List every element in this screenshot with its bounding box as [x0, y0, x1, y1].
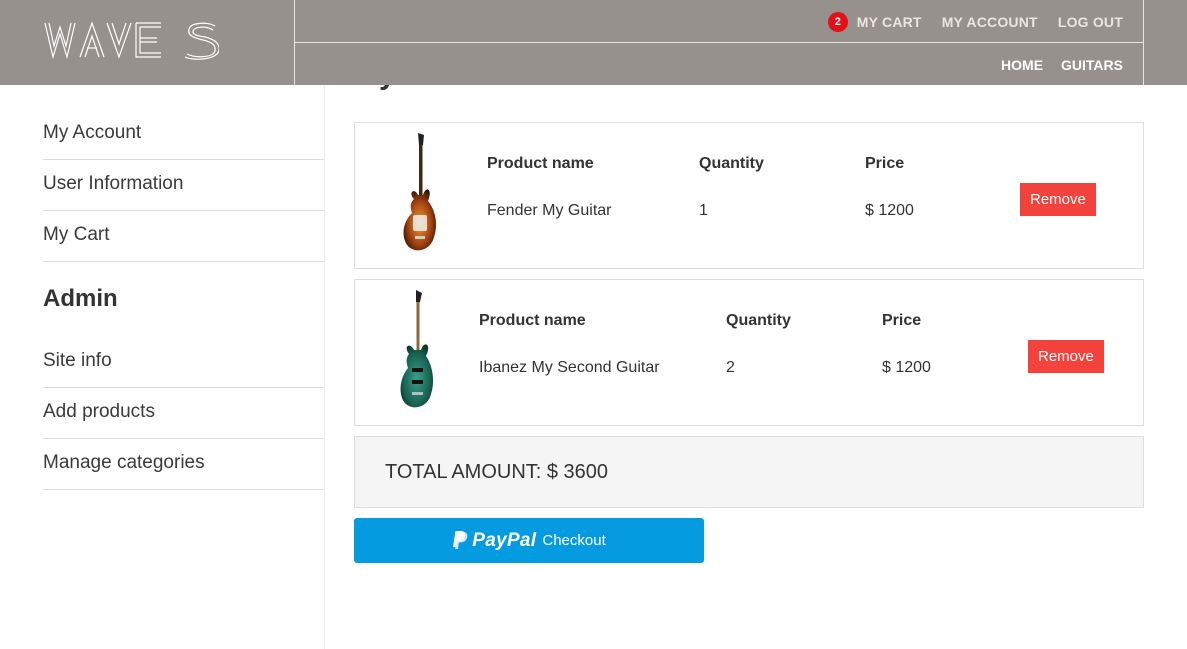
guitars-link[interactable]: GUITARS — [1061, 57, 1123, 73]
guitar-green-icon — [400, 290, 434, 408]
product-quantity: 1 — [699, 202, 708, 219]
site-header: 2 MY CART MY ACCOUNT LOG OUT HOME GUITAR… — [0, 0, 1187, 85]
sidebar-item-my-cart[interactable]: My Cart — [43, 211, 324, 262]
sidebar-item-my-account[interactable]: My Account — [43, 109, 324, 160]
paypal-icon — [453, 531, 468, 549]
my-cart-link[interactable]: 2 MY CART — [827, 12, 922, 32]
cart-item: Product name Quantity Price Ibanez My Se… — [354, 279, 1144, 426]
product-name-header: Product name — [487, 155, 594, 172]
total-box: TOTAL AMOUNT: $ 3600 — [354, 436, 1144, 508]
header-top-links: 2 MY CART MY ACCOUNT LOG OUT — [827, 11, 1123, 33]
log-out-link[interactable]: LOG OUT — [1058, 14, 1123, 30]
product-quantity: 2 — [726, 359, 735, 376]
guitar-sunburst-icon — [403, 133, 436, 251]
product-price: $ 1200 — [865, 202, 914, 219]
sidebar-item-user-information[interactable]: User Information — [43, 160, 324, 211]
paypal-checkout-label: Checkout — [542, 532, 606, 549]
paypal-logo-text: PayPal — [472, 529, 537, 551]
total-amount: TOTAL AMOUNT: $ 3600 — [385, 461, 609, 483]
quantity-header: Quantity — [699, 155, 764, 172]
my-account-link[interactable]: MY ACCOUNT — [942, 14, 1038, 30]
home-link[interactable]: HOME — [1001, 57, 1043, 73]
sidebar-item-add-products[interactable]: Add products — [43, 388, 324, 439]
waves-logo[interactable] — [43, 20, 219, 60]
product-name-header: Product name — [479, 312, 586, 329]
cart-count-badge: 2 — [827, 12, 848, 32]
remove-button[interactable]: Remove — [1028, 340, 1104, 373]
header-bottom-links: HOME GUITARS — [983, 54, 1123, 76]
header-divider — [295, 42, 1143, 43]
admin-heading: Admin — [43, 285, 118, 312]
sidebar-item-manage-categories[interactable]: Manage categories — [43, 439, 324, 490]
cart-item: Product name Quantity Price Fender My Gu… — [354, 122, 1144, 269]
product-name: Fender My Guitar — [487, 202, 612, 219]
remove-button[interactable]: Remove — [1020, 183, 1096, 216]
sidebar-item-site-info[interactable]: Site info — [43, 337, 324, 388]
price-header: Price — [882, 312, 922, 329]
product-price: $ 1200 — [882, 359, 931, 376]
product-name: Ibanez My Second Guitar — [479, 359, 660, 376]
quantity-header: Quantity — [726, 312, 791, 329]
paypal-checkout-button[interactable]: PayPal Checkout — [354, 518, 704, 563]
header-nav: 2 MY CART MY ACCOUNT LOG OUT HOME GUITAR… — [294, 0, 1144, 85]
price-header: Price — [865, 155, 905, 172]
my-cart-label[interactable]: MY CART — [857, 14, 922, 30]
sidebar: My Account User Information My Cart Admi… — [0, 85, 325, 649]
